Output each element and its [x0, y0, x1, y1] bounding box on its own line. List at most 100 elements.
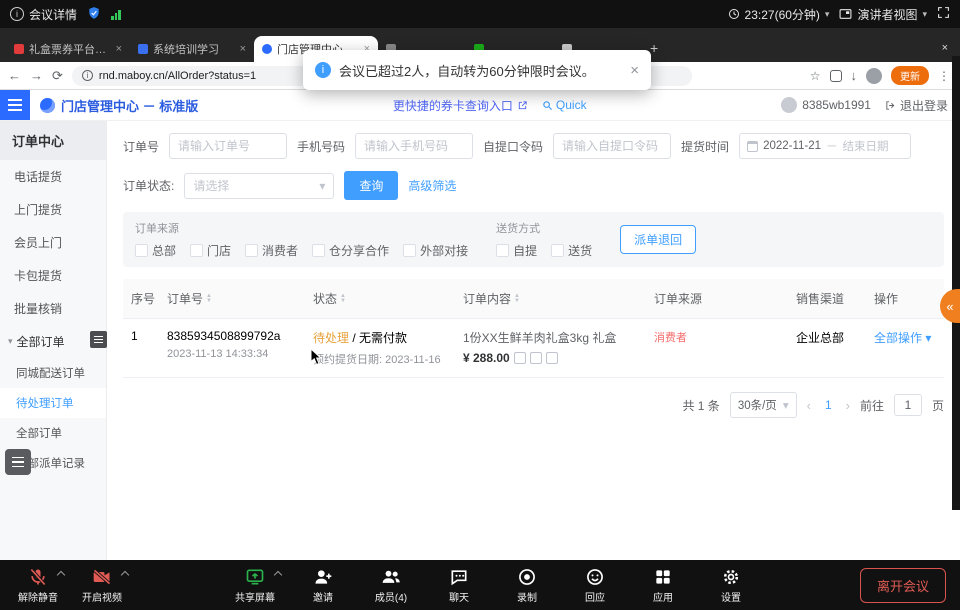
forward-icon[interactable]: → — [30, 68, 43, 83]
sidebar-item-pending-orders[interactable]: 待处理订单 — [0, 388, 106, 418]
new-tab-button[interactable]: + — [650, 40, 658, 56]
quick-entry-link[interactable]: 更快捷的券卡查询入口 — [393, 97, 528, 114]
tab-close-icon[interactable]: × — [116, 43, 122, 55]
browser-tab-1[interactable]: 礼盒票券平台管理中心 × — [6, 36, 130, 62]
sidebar-toggle-chip[interactable] — [90, 331, 107, 348]
sidebar-title: 订单中心 — [0, 121, 106, 160]
tab-label: 礼盒票券平台管理中心 — [29, 41, 111, 57]
user-avatar — [781, 97, 797, 113]
invite-button[interactable]: 邀请 — [299, 567, 347, 604]
meeting-details-button[interactable]: i 会议详情 — [10, 6, 77, 23]
current-page[interactable]: 1 — [821, 398, 836, 412]
chevron-up-icon[interactable] — [121, 570, 129, 578]
apps-button[interactable]: 应用 — [639, 567, 687, 604]
col-action: 操作 — [866, 279, 944, 318]
sidebar-item-city-delivery[interactable]: 同城配送订单 — [0, 358, 106, 388]
window-close-icon[interactable]: × — [936, 42, 954, 54]
sort-icon[interactable]: ▲▼ — [514, 294, 520, 304]
col-content[interactable]: 订单内容▲▼ — [455, 279, 646, 318]
checkbox-icon — [312, 244, 325, 257]
floating-toolbar-button[interactable] — [5, 449, 31, 475]
sidebar-item-phone-pickup[interactable]: 电话提货 — [0, 160, 106, 193]
checkbox-source-external[interactable]: 外部对接 — [403, 242, 468, 259]
prev-page-button[interactable]: ‹ — [807, 398, 811, 413]
goto-page-input[interactable] — [894, 394, 922, 416]
back-icon[interactable]: ← — [8, 68, 21, 83]
shield-icon[interactable] — [87, 6, 101, 23]
image-icon[interactable] — [514, 352, 526, 364]
meeting-timer-dropdown[interactable]: 23:27(60分钟) ▾ — [728, 6, 830, 23]
search-button[interactable]: 查询 — [344, 171, 398, 200]
col-channel: 销售渠道 — [788, 279, 866, 318]
checkbox-delivery-delivery[interactable]: 送货 — [551, 242, 592, 259]
phone-input[interactable] — [355, 133, 473, 159]
shared-browser-screen: 礼盒票券平台管理中心 × 系统培训学习 × 门店管理中心 × … … — [0, 28, 960, 560]
browser-menu-icon[interactable]: ⋮ — [938, 69, 950, 83]
quick-search-link[interactable]: Quick — [542, 98, 587, 112]
col-order-no[interactable]: 订单号▲▼ — [159, 279, 305, 318]
dispatch-return-button[interactable]: 派单退回 — [620, 225, 696, 254]
settings-button[interactable]: 设置 — [707, 567, 755, 604]
download-icon[interactable]: ↓ — [851, 68, 858, 83]
chrome-update-button[interactable]: 更新 — [891, 66, 929, 85]
members-button[interactable]: 成员(4) — [367, 567, 415, 604]
extensions-icon[interactable] — [830, 70, 842, 82]
filter-panel: 订单来源 总部 门店 消费者 仓分享合作 外部对接 送货方式 — [123, 212, 944, 267]
logout-label: 退出登录 — [900, 97, 948, 114]
advanced-filter-link[interactable]: 高级筛选 — [408, 177, 456, 194]
sidebar-item-batch-verify[interactable]: 批量核销 — [0, 292, 106, 325]
pickup-code-input[interactable] — [553, 133, 671, 159]
col-status[interactable]: 状态▲▼ — [305, 279, 455, 318]
sidebar-item-member-visit[interactable]: 会员上门 — [0, 226, 106, 259]
reactions-button[interactable]: 回应 — [571, 567, 619, 604]
checkbox-source-hq[interactable]: 总部 — [135, 242, 176, 259]
date-range-picker[interactable]: 2022-11-21 － 结束日期 — [739, 133, 911, 159]
order-content-text: 1份XX生鲜羊肉礼盒3kg 礼盒 — [463, 329, 638, 346]
chevron-up-icon[interactable] — [274, 570, 282, 578]
checkbox-source-consumer[interactable]: 消费者 — [245, 242, 298, 259]
record-button[interactable]: 录制 — [503, 567, 551, 604]
sidebar-item-all-orders[interactable]: 全部订单 — [0, 418, 106, 448]
browser-tab-2[interactable]: 系统培训学习 × — [130, 36, 254, 62]
order-status-select[interactable]: 请选择 ▾ — [184, 173, 334, 199]
sidebar-item-card-pickup[interactable]: 卡包提货 — [0, 259, 106, 292]
sidebar-item-door-pickup[interactable]: 上门提货 — [0, 193, 106, 226]
user-account[interactable]: 8385wb1991 — [781, 97, 871, 113]
start-video-button[interactable]: 开启视频 — [78, 567, 126, 604]
browser-profile-avatar[interactable] — [866, 68, 882, 84]
sort-icon[interactable]: ▲▼ — [340, 294, 346, 304]
bookmark-star-icon[interactable]: ☆ — [810, 69, 821, 83]
checkbox-icon — [496, 244, 509, 257]
delivery-method-label: 送货方式 — [496, 220, 592, 236]
hamburger-menu-icon[interactable] — [0, 90, 30, 120]
logout-button[interactable]: 退出登录 — [885, 97, 948, 114]
tab-close-icon[interactable]: × — [240, 43, 246, 55]
chat-icon — [449, 567, 469, 587]
phone-label: 手机号码 — [297, 138, 345, 155]
gift-icon[interactable] — [530, 352, 542, 364]
order-source-label: 订单来源 — [135, 220, 468, 236]
order-no-input[interactable] — [169, 133, 287, 159]
sort-icon[interactable]: ▲▼ — [206, 294, 212, 304]
checkbox-source-warehouse[interactable]: 仓分享合作 — [312, 242, 389, 259]
next-page-button[interactable]: › — [846, 398, 850, 413]
meeting-window: i 会议详情 23:27(60分钟) ▾ 演讲者视图 ▾ — [0, 0, 960, 610]
doc-icon[interactable] — [546, 352, 558, 364]
view-mode-dropdown[interactable]: 演讲者视图 ▾ — [839, 6, 927, 23]
reaction-smiley-icon — [585, 567, 605, 587]
refresh-icon[interactable]: ⟳ — [52, 68, 63, 84]
checkbox-delivery-selfpickup[interactable]: 自提 — [496, 242, 537, 259]
all-actions-dropdown[interactable]: 全部操作 ▾ — [874, 331, 931, 345]
leave-meeting-button[interactable]: 离开会议 — [860, 568, 946, 603]
chevron-up-icon[interactable] — [57, 570, 65, 578]
signal-icon[interactable] — [111, 9, 121, 20]
site-info-icon[interactable]: i — [82, 70, 93, 81]
fullscreen-icon[interactable] — [937, 6, 950, 22]
chat-button[interactable]: 聊天 — [435, 567, 483, 604]
unmute-button[interactable]: 解除静音 — [14, 567, 62, 604]
share-screen-button[interactable]: 共享屏幕 — [231, 567, 279, 604]
toast-close-icon[interactable]: × — [630, 62, 639, 79]
checkbox-source-store[interactable]: 门店 — [190, 242, 231, 259]
meeting-topbar: i 会议详情 23:27(60分钟) ▾ 演讲者视图 ▾ — [0, 0, 960, 28]
page-size-select[interactable]: 30条/页 ▾ — [730, 392, 797, 418]
